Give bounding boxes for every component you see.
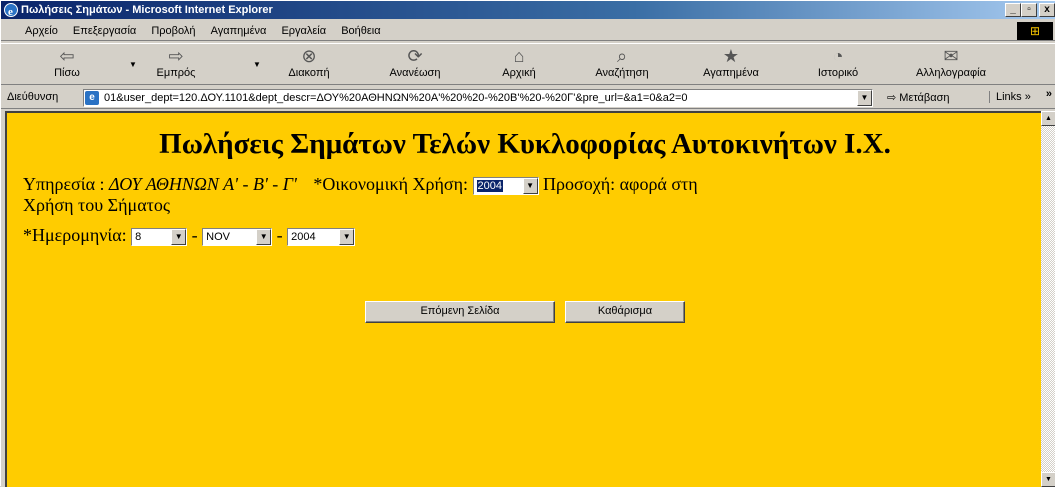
- fiscal-year-label: *Οικονομική Χρήση:: [313, 174, 469, 194]
- ie-icon: e: [4, 3, 18, 18]
- menu-edit[interactable]: Επεξεργασία: [67, 21, 142, 41]
- address-label: Διεύθυνση: [7, 91, 59, 103]
- address-dropdown-icon[interactable]: ▼: [857, 90, 872, 106]
- date-separator: -: [191, 224, 198, 245]
- maximize-button[interactable]: ▫: [1021, 3, 1037, 17]
- scroll-up-icon[interactable]: ▲: [1041, 111, 1055, 126]
- mail-icon: ✉: [943, 46, 959, 66]
- refresh-label: Ανανέωση: [389, 67, 441, 79]
- forward-dropdown-icon[interactable]: ▼: [253, 60, 261, 69]
- toolbar: ⇦ Πίσω ▼ ⇨ Εμπρός ▼ ⊗ Διακοπή ⟳ Ανανέωση…: [1, 43, 1055, 100]
- scroll-down-icon[interactable]: ▼: [1041, 472, 1055, 487]
- note-line-2: Χρήση του Σήματος: [23, 194, 170, 215]
- refresh-icon: ⟳: [407, 46, 423, 66]
- favorites-icon: ★: [722, 46, 740, 66]
- menu-help[interactable]: Βοήθεια: [335, 21, 386, 41]
- date-separator: -: [276, 224, 283, 245]
- go-button[interactable]: ⇨ Μετάβαση: [887, 91, 950, 104]
- forward-arrow-icon: ⇨: [168, 46, 184, 66]
- refresh-button[interactable]: ⟳ Ανανέωση: [379, 44, 451, 84]
- page-heading: Πωλήσεις Σημάτων Τελών Κυκλοφορίας Αυτοκ…: [159, 128, 891, 160]
- page-icon: e: [85, 91, 99, 105]
- chevron-down-icon: ▼: [171, 228, 187, 245]
- history-icon: ◔: [832, 46, 844, 66]
- forward-label: Εμπρός: [156, 67, 196, 79]
- go-arrow-icon: ⇨: [887, 92, 900, 104]
- page-content: Πωλήσεις Σημάτων Τελών Κυκλοφορίας Αυτοκ…: [5, 111, 1041, 487]
- date-label: *Ημερομηνία:: [23, 224, 127, 245]
- home-label: Αρχική: [502, 67, 536, 79]
- back-dropdown-icon[interactable]: ▼: [129, 60, 137, 69]
- note-text: Προσοχή: αφορά στη: [543, 174, 698, 194]
- windows-logo-icon: ⊞: [1017, 22, 1053, 40]
- back-label: Πίσω: [54, 67, 80, 79]
- favorites-label: Αγαπημένα: [703, 67, 759, 79]
- chevron-down-icon: ▼: [339, 228, 355, 245]
- forward-button[interactable]: ⇨ Εμπρός: [151, 44, 201, 84]
- search-label: Αναζήτηση: [595, 67, 649, 79]
- service-label: Υπηρεσία :: [23, 174, 105, 194]
- day-select[interactable]: 8 ▼: [131, 227, 188, 246]
- favorites-button[interactable]: ★ Αγαπημένα: [691, 44, 771, 84]
- title-bar: e Πωλήσεις Σημάτων - Microsoft Internet …: [1, 1, 1055, 19]
- minimize-button[interactable]: _: [1005, 3, 1021, 17]
- back-button[interactable]: ⇦ Πίσω: [47, 44, 87, 84]
- window-title: Πωλήσεις Σημάτων - Microsoft Internet Ex…: [21, 4, 273, 16]
- service-line: Υπηρεσία : ΔΟΥ ΑΘΗΝΩΝ Α' - Β' - Γ' *Οικο…: [7, 174, 1041, 195]
- back-arrow-icon: ⇦: [59, 46, 75, 66]
- month-value: NOV: [206, 230, 231, 243]
- day-value: 8: [135, 230, 142, 243]
- menu-tools[interactable]: Εργαλεία: [275, 21, 332, 41]
- chevron-down-icon: ▼: [522, 177, 538, 194]
- service-value: ΔΟΥ ΑΘΗΝΩΝ Α' - Β' - Γ': [109, 174, 297, 194]
- fiscal-year-value: 2004: [476, 179, 504, 192]
- history-button[interactable]: ◔ Ιστορικό: [805, 44, 871, 84]
- history-label: Ιστορικό: [817, 67, 859, 79]
- search-icon: ⌕: [616, 46, 628, 66]
- year-value: 2004: [291, 230, 316, 243]
- next-page-button[interactable]: Επόμενη Σελίδα: [365, 301, 555, 323]
- stop-button[interactable]: ⊗ Διακοπή: [277, 44, 341, 84]
- mail-label: Αλληλογραφία: [916, 67, 986, 79]
- stop-icon: ⊗: [301, 46, 317, 66]
- home-button[interactable]: ⌂ Αρχική: [491, 44, 547, 84]
- mail-button[interactable]: ✉ Αλληλογραφία: [901, 44, 1001, 84]
- clear-button[interactable]: Καθάρισμα: [565, 301, 685, 323]
- home-icon: ⌂: [513, 46, 525, 66]
- address-input[interactable]: 01&user_dept=120.ΔΟΥ.1101&dept_descr=ΔΟΥ…: [83, 89, 873, 107]
- go-label: Μετάβαση: [899, 92, 950, 104]
- date-line: *Ημερομηνία: 8 ▼ - NOV ▼ - 2004 ▼: [7, 225, 1041, 246]
- menu-bar: Αρχείο Επεξεργασία Προβολή Αγαπημένα Εργ…: [1, 21, 1055, 41]
- menu-file[interactable]: Αρχείο: [19, 21, 64, 41]
- menu-view[interactable]: Προβολή: [145, 21, 201, 41]
- year-select[interactable]: 2004 ▼: [287, 227, 356, 246]
- search-button[interactable]: ⌕ Αναζήτηση: [587, 44, 657, 84]
- address-bar: Διεύθυνση 01&user_dept=120.ΔΟΥ.1101&dept…: [1, 87, 1055, 109]
- vertical-scrollbar[interactable]: ▲ ▼: [1041, 111, 1055, 487]
- menu-favorites[interactable]: Αγαπημένα: [205, 21, 273, 41]
- links-button[interactable]: Links »: [989, 91, 1031, 103]
- browser-window: e Πωλήσεις Σημάτων - Microsoft Internet …: [0, 0, 1055, 487]
- month-select[interactable]: NOV ▼: [202, 227, 273, 246]
- chevron-down-icon: ▼: [256, 228, 272, 245]
- fiscal-year-select[interactable]: 2004 ▼: [472, 176, 539, 195]
- stop-label: Διακοπή: [288, 67, 330, 79]
- close-button[interactable]: x: [1039, 3, 1055, 17]
